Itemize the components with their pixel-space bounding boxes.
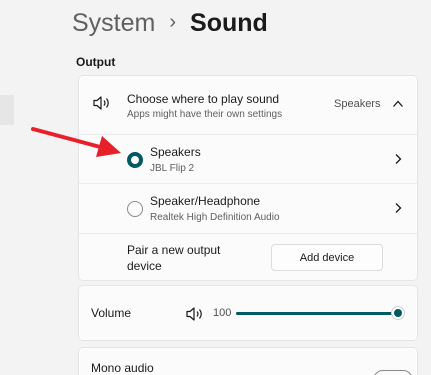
output-section-label: Output <box>76 55 116 69</box>
add-device-button[interactable]: Add device <box>271 244 383 271</box>
speaker-icon[interactable] <box>185 306 205 322</box>
volume-slider-fill <box>236 312 398 315</box>
volume-slider-thumb[interactable] <box>391 306 405 320</box>
mono-audio-toggle[interactable] <box>373 370 413 375</box>
radio-speakers[interactable] <box>127 152 143 168</box>
chevron-right-icon[interactable] <box>394 202 402 214</box>
choose-output-title: Choose where to play sound <box>127 92 280 106</box>
device-name: Speaker/Headphone <box>150 194 261 208</box>
selected-output-value: Speakers <box>334 98 381 110</box>
speaker-icon <box>93 96 109 110</box>
output-device-speakers[interactable]: Speakers JBL Flip 2 <box>79 134 417 183</box>
radio-speaker-headphone[interactable] <box>127 201 143 217</box>
output-device-speaker-headphone[interactable]: Speaker/Headphone Realtek High Definitio… <box>79 183 417 233</box>
sidebar-edge <box>0 95 14 125</box>
breadcrumb: System › Sound <box>72 6 268 40</box>
choose-output-row[interactable]: Choose where to play sound Apps might ha… <box>79 76 417 134</box>
mono-audio-card: Mono audio <box>78 347 418 375</box>
chevron-up-icon[interactable] <box>392 99 404 109</box>
pair-device-label: Pair a new output device <box>127 243 221 273</box>
choose-output-subtitle: Apps might have their own settings <box>127 109 283 120</box>
breadcrumb-system[interactable]: System <box>72 9 155 38</box>
pair-output-device-row: Pair a new output device Add device <box>79 233 417 280</box>
chevron-right-icon[interactable] <box>394 153 402 165</box>
mono-audio-label: Mono audio <box>91 361 154 375</box>
volume-label: Volume <box>91 306 132 320</box>
device-name: Speakers <box>150 145 201 159</box>
volume-card: Volume 100 <box>78 285 418 341</box>
device-subtitle: Realtek High Definition Audio <box>150 212 280 223</box>
volume-value: 100 <box>213 307 232 319</box>
output-card: Choose where to play sound Apps might ha… <box>78 75 418 281</box>
page-title: Sound <box>190 8 268 37</box>
volume-slider[interactable] <box>236 306 405 320</box>
device-subtitle: JBL Flip 2 <box>150 163 195 174</box>
breadcrumb-separator: › <box>169 10 177 33</box>
